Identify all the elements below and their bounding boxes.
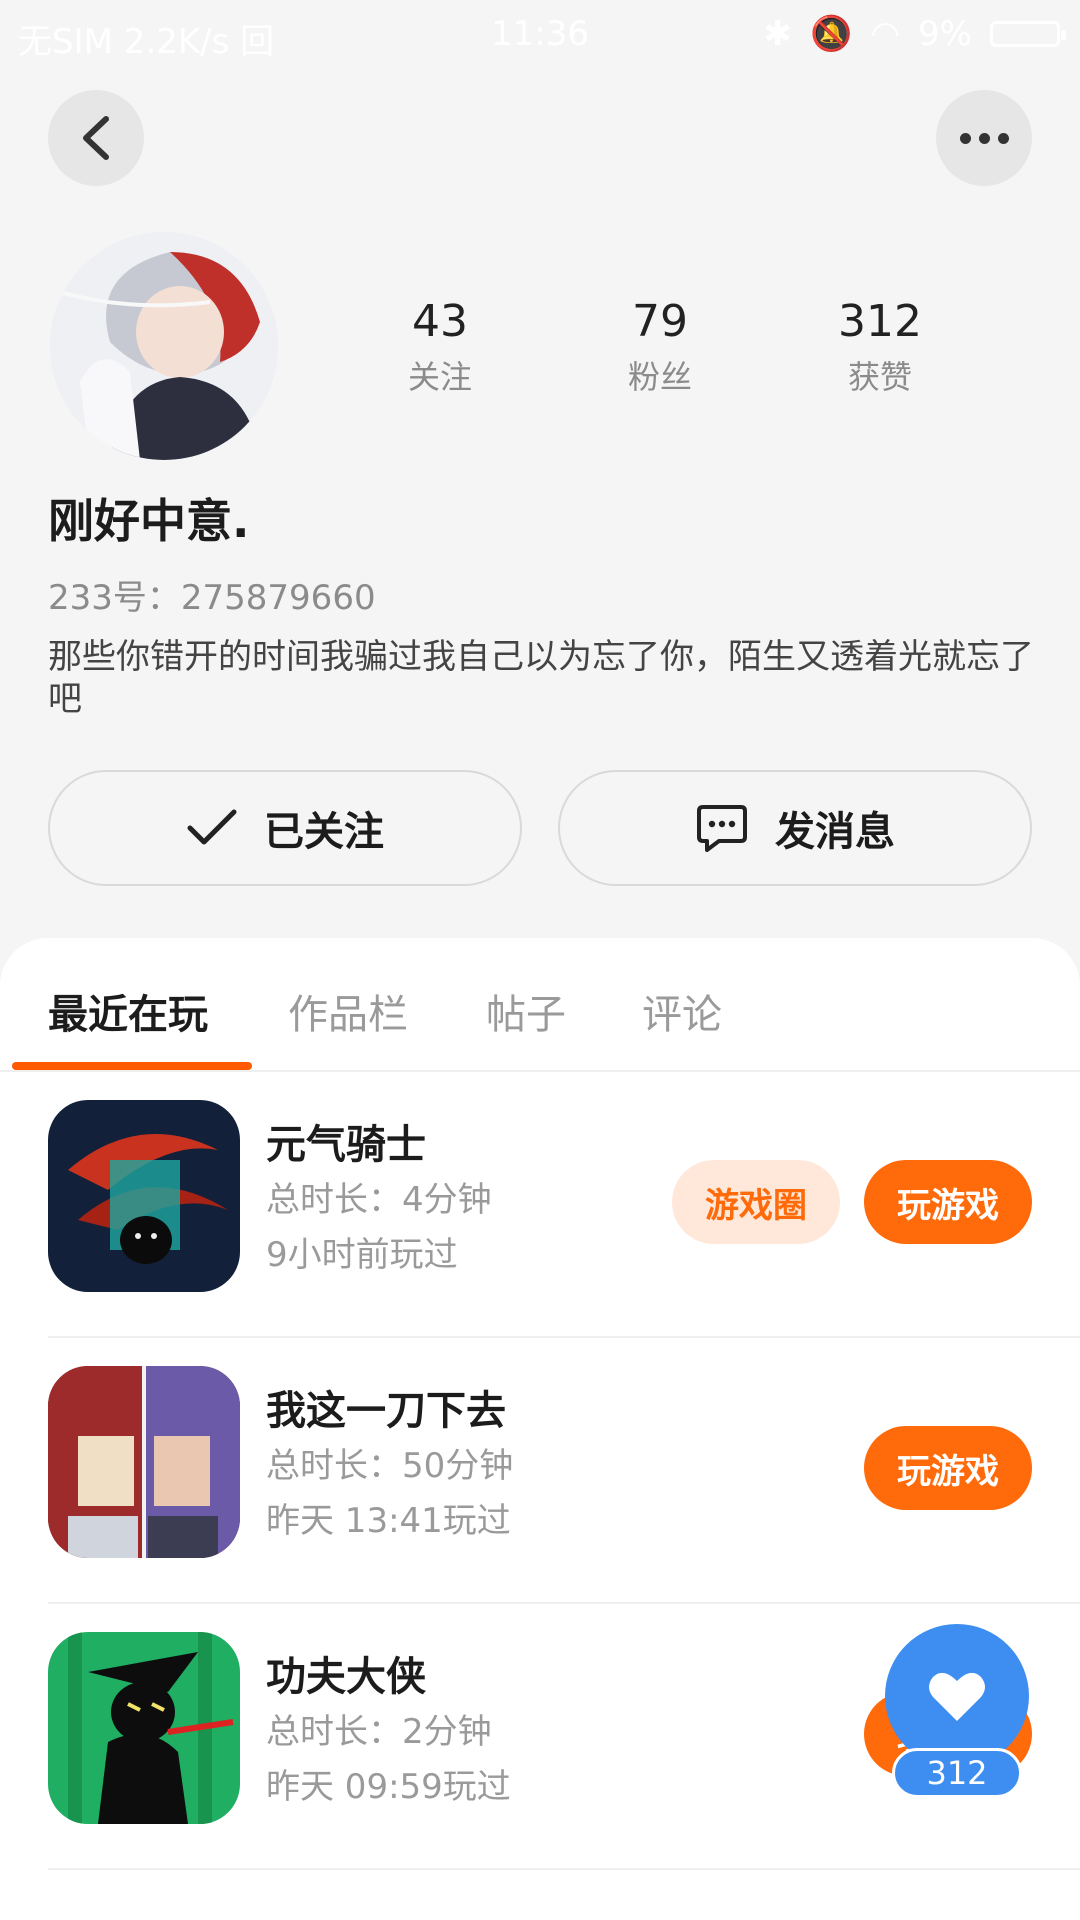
active-tab-indicator [12, 1062, 252, 1070]
back-button[interactable] [48, 90, 144, 186]
wifi-icon: ◠ [870, 14, 901, 54]
fans-label: 粉丝 [627, 358, 692, 396]
tab-posts[interactable]: 帖子 [486, 982, 566, 1040]
chat-bubble-icon [697, 805, 747, 852]
tab-bar: 最近在玩 作品栏 帖子 评论 [0, 938, 1080, 1072]
game-duration: 总时长：2分钟 [266, 1712, 492, 1752]
game-duration: 总时长：50分钟 [266, 1446, 514, 1486]
game-duration: 总时长：4分钟 [266, 1180, 492, 1220]
followed-label: 已关注 [264, 809, 384, 855]
status-bar: 无SIM 2.2K/s 回 11:36 ✱ 🔕 ◠ 9% [0, 0, 1080, 70]
send-message-button[interactable]: 发消息 [558, 770, 1032, 886]
user-id: 233号：275879660 [48, 578, 376, 618]
check-icon [187, 809, 237, 845]
play-game-button[interactable]: 玩游戏 [864, 1426, 1032, 1510]
game-name: 我这一刀下去 [266, 1388, 506, 1434]
fans-stat[interactable]: 79 粉丝 [550, 296, 770, 398]
game-name: 元气骑士 [266, 1122, 426, 1168]
play-game-button[interactable]: 玩游戏 [864, 1160, 1032, 1244]
send-message-label: 发消息 [775, 809, 895, 855]
more-icon [959, 132, 1009, 144]
game-icon-one-slash [48, 1366, 240, 1558]
chevron-left-icon [83, 116, 109, 160]
likes-stat[interactable]: 312 获赞 [770, 296, 990, 398]
tab-comments[interactable]: 评论 [642, 982, 722, 1040]
mute-icon: 🔕 [810, 14, 853, 54]
likes-count: 312 [838, 296, 922, 347]
game-last-played: 昨天 13:41玩过 [266, 1501, 511, 1541]
game-last-played: 9小时前玩过 [266, 1235, 458, 1275]
bio: 那些你错开的时间我骗过我自己以为忘了你，陌生又透着光就忘了吧 [48, 637, 1034, 719]
bluetooth-icon: ✱ [763, 14, 793, 54]
likes-label: 获赞 [847, 358, 912, 396]
profile-stats: 43 关注 79 粉丝 312 获赞 [330, 296, 990, 398]
like-count-badge: 312 [892, 1748, 1022, 1798]
game-row[interactable]: 元气骑士 总时长：4分钟 9小时前玩过 游戏圈 玩游戏 [48, 1072, 1080, 1338]
battery-icon [990, 21, 1066, 47]
like-button[interactable] [885, 1624, 1029, 1768]
battery-percent: 9% [918, 14, 972, 54]
game-icon-soul-knight [48, 1100, 240, 1292]
heart-icon [929, 1672, 985, 1721]
tab-recently-played[interactable]: 最近在玩 [48, 982, 208, 1040]
game-row[interactable]: 我这一刀下去 总时长：50分钟 昨天 13:41玩过 玩游戏 [48, 1338, 1080, 1604]
tab-works[interactable]: 作品栏 [288, 982, 408, 1040]
avatar[interactable] [50, 232, 278, 460]
game-name: 功夫大侠 [266, 1654, 426, 1700]
following-stat[interactable]: 43 关注 [330, 296, 550, 398]
more-options-button[interactable] [936, 90, 1032, 186]
game-icon-kungfu-hero [48, 1632, 240, 1824]
nickname: 刚好中意. [48, 494, 250, 548]
following-count: 43 [412, 296, 468, 347]
fans-count: 79 [632, 296, 688, 347]
following-label: 关注 [407, 358, 472, 396]
game-last-played: 昨天 09:59玩过 [266, 1767, 511, 1807]
avatar-image [50, 232, 278, 460]
game-circle-button[interactable]: 游戏圈 [672, 1160, 840, 1244]
status-icons: ✱ 🔕 ◠ 9% [763, 14, 1066, 54]
followed-button[interactable]: 已关注 [48, 770, 522, 886]
